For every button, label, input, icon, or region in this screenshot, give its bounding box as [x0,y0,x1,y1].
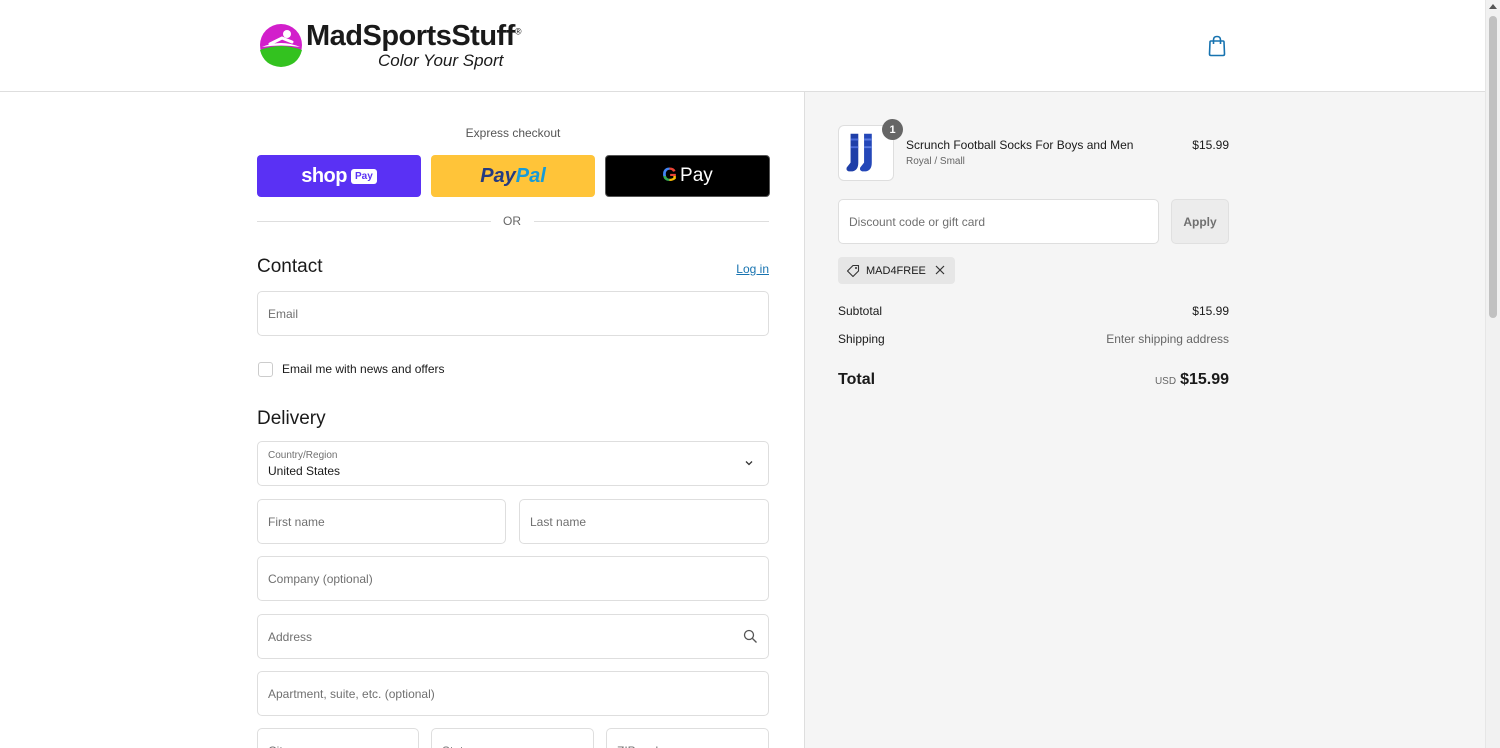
chevron-down-icon [745,461,753,466]
city-input[interactable] [258,729,418,748]
email-field [257,291,769,336]
google-pay-button[interactable]: G Pay [605,155,770,197]
product-name: Scrunch Football Socks For Boys and Men [906,138,1134,152]
brand-logo-mark-icon [260,24,302,67]
zip-field [606,728,769,748]
google-pay-wordmark: G Pay [662,165,713,186]
subtotal-label: Subtotal [838,304,883,318]
order-summary-column: 1 Scrunch Football Socks For Boys and Me… [804,92,1485,748]
applied-discount-chip: MAD4FREE [838,257,955,284]
country-select-label: Country/Region [268,450,338,461]
close-icon[interactable] [933,263,947,277]
divider-left [257,221,491,222]
apply-button[interactable]: Apply [1171,199,1229,244]
discount-input[interactable] [839,200,1158,243]
city-field [257,728,419,748]
subtotal-value: $15.99 [1192,304,1229,318]
total-currency: USD [1154,376,1177,387]
last-name-field [519,499,769,544]
zip-input[interactable] [607,729,768,748]
newsletter-checkbox[interactable] [258,362,273,377]
page-scrollbar[interactable] [1485,0,1500,748]
express-checkout-label: Express checkout [465,126,561,140]
address-field [257,614,769,659]
discount-field [838,199,1159,244]
brand-logo[interactable]: MadSportsStuff® Color Your Sport [258,20,522,72]
country-select[interactable]: Country/Region United States [257,441,769,486]
site-header: MadSportsStuff® Color Your Sport [0,0,1485,92]
first-name-input[interactable] [258,500,505,543]
scrollbar-thumb[interactable] [1489,16,1497,318]
contact-title: Contact [257,256,323,277]
first-name-field [257,499,506,544]
divider-right [534,221,769,222]
apartment-field [257,671,769,716]
product-thumbnail: 1 [838,119,903,181]
state-field [431,728,594,748]
applied-discount-code: MAD4FREE [866,264,926,277]
or-divider-label: OR [503,214,521,228]
paypal-wordmark: PayPal [480,164,546,187]
search-icon [743,629,757,643]
paypal-button[interactable]: PayPal [431,155,595,197]
total-value: $15.99 [1180,371,1229,388]
shop-pay-wordmark: shop [301,164,347,187]
login-link[interactable]: Log in [700,262,769,276]
newsletter-label: Email me with news and offers [282,362,445,376]
country-select-value: United States [268,464,341,478]
state-input[interactable] [432,729,593,748]
shopping-bag-icon[interactable] [1206,34,1228,58]
product-price: $15.99 [1192,138,1229,152]
total-amount: USD $15.99 [1029,371,1229,389]
company-input[interactable] [258,557,768,600]
shop-pay-button[interactable]: shop Pay [257,155,421,197]
product-variant: Royal / Small [906,156,965,167]
brand-name: MadSportsStuff® [306,20,522,52]
shipping-label: Shipping [838,332,885,346]
apartment-input[interactable] [258,672,768,715]
scroll-up-arrow-icon[interactable] [1489,4,1497,9]
last-name-input[interactable] [520,500,768,543]
total-label: Total [838,371,876,388]
quantity-badge: 1 [882,119,903,140]
tag-icon [846,264,860,277]
google-g-icon: G [662,165,678,186]
company-field [257,556,769,601]
address-input[interactable] [258,615,768,658]
brand-tagline: Color Your Sport [378,51,504,70]
shop-pay-badge: Pay [350,168,377,184]
shipping-value: Enter shipping address [1106,332,1229,346]
delivery-title: Delivery [257,408,326,429]
checkout-form-column: Express checkout shop Pay PayPal G Pay O… [0,92,804,748]
email-input[interactable] [258,292,768,335]
